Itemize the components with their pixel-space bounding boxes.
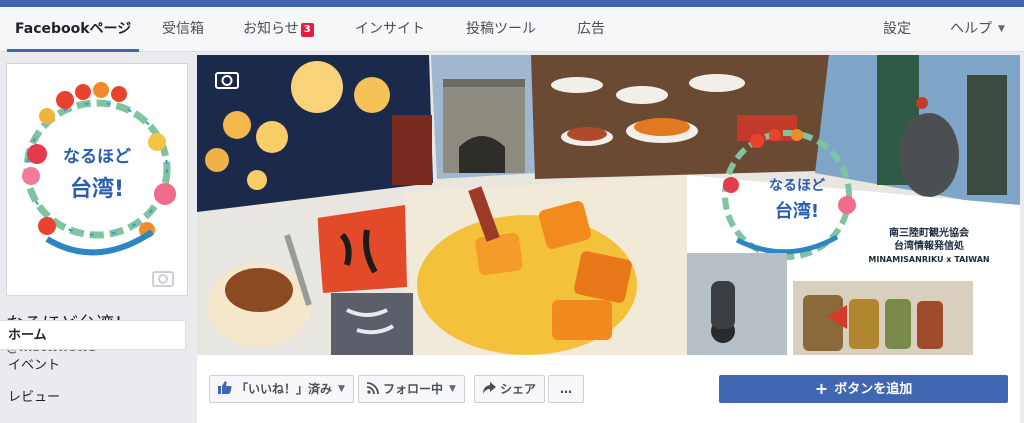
cover-org-line-3: MINAMISANRIKU x TAIWAN	[868, 255, 990, 264]
add-button-label: ボタンを追加	[834, 382, 913, 397]
logo-line-2: 台湾!	[69, 177, 125, 202]
tab-label: Facebookページ	[15, 21, 132, 37]
calligraphy-photo	[317, 205, 413, 355]
fort-gate-photo	[431, 55, 537, 179]
cover-org-caption: 南三陸町観光協会 台湾情報発信処 MINAMISANRIKU x TAIWAN	[859, 227, 999, 266]
liked-button[interactable]: 「いいね！」済み ▼	[209, 375, 354, 403]
scooter-street-photo	[687, 253, 787, 355]
tab-facebook-page[interactable]: Facebookページ	[6, 7, 140, 52]
share-arrow-icon	[483, 377, 496, 403]
tab-label: 投稿ツール	[466, 21, 536, 37]
profile-picture[interactable]: なるほど 台湾!	[6, 63, 188, 296]
cover-logo-line-2: 台湾!	[774, 201, 820, 222]
spice-shop-photo	[531, 55, 829, 179]
tab-insights[interactable]: インサイト	[355, 7, 425, 51]
chevron-down-icon: ▼	[998, 24, 1005, 34]
tab-ads[interactable]: 広告	[577, 7, 605, 51]
following-button-label: フォロー中	[383, 382, 444, 396]
tab-label: インサイト	[355, 21, 425, 37]
tab-inbox[interactable]: 受信箱	[162, 7, 204, 51]
page-tab-bar: Facebookページ 受信箱 お知らせ 3 インサイト 投稿ツール 広告 設定 …	[0, 7, 1024, 52]
logo-line-1: なるほど	[63, 147, 131, 167]
tab-help[interactable]: ヘルプ ▼	[950, 7, 1005, 51]
tab-label: 受信箱	[162, 21, 204, 37]
cover-logo-line-1: なるほど	[769, 178, 825, 194]
tab-notifications[interactable]: お知らせ 3	[243, 7, 314, 51]
sidebar-item-label: ホーム	[8, 328, 47, 343]
liked-button-label: 「いいね！」済み	[236, 382, 333, 396]
share-button[interactable]: シェア	[474, 375, 546, 403]
tab-label: ヘルプ	[950, 21, 992, 37]
sidebar-item-label: イベント	[8, 358, 61, 373]
sidebar-item-home[interactable]: ホーム	[0, 320, 186, 350]
plus-icon: +	[814, 379, 829, 398]
tab-label: お知らせ	[243, 21, 299, 37]
cover-photo[interactable]: なるほど 台湾! 南三陸町観光協会 台湾情報発信処 MINAMISANRIKU …	[197, 55, 1020, 355]
more-options-button[interactable]: …	[548, 375, 584, 403]
tab-publishing-tools[interactable]: 投稿ツール	[466, 7, 536, 51]
sidebar-item-label: レビュー	[8, 390, 61, 405]
notification-count-badge: 3	[300, 23, 314, 37]
rss-feed-icon	[366, 377, 379, 403]
snow-ice-dessert-photo	[197, 205, 325, 355]
tab-label: 広告	[577, 21, 605, 37]
tab-label: 設定	[883, 21, 911, 37]
sidebar-item-events[interactable]: イベント	[0, 351, 186, 381]
jars-shelf-photo	[793, 281, 973, 355]
cover-org-line-1: 南三陸町観光協会	[889, 228, 969, 239]
cover-org-line-2: 台湾情報発信処	[894, 241, 964, 252]
cover-photo-collage	[197, 55, 1020, 355]
top-blue-strip	[0, 0, 1024, 7]
more-options-icon: …	[560, 382, 572, 396]
page-action-bar: 「いいね！」済み ▼ フォロー中 ▼ シェア … + ボタンを追加	[197, 355, 1020, 423]
mango-shaved-ice-photo	[403, 175, 689, 355]
left-column: なるほど 台湾! なるほど台湾！ @mstwnews ホーム イベント レビュー	[0, 52, 196, 423]
chevron-down-icon: ▼	[338, 384, 345, 394]
add-button-button[interactable]: + ボタンを追加	[719, 375, 1008, 403]
cover-logo-text: なるほど 台湾!	[747, 175, 847, 223]
profile-logo-text: なるほど 台湾!	[7, 142, 187, 203]
share-button-label: シェア	[500, 382, 537, 396]
tab-settings[interactable]: 設定	[883, 7, 911, 51]
chevron-down-icon: ▼	[449, 384, 456, 394]
sidebar-item-reviews[interactable]: レビュー	[0, 383, 186, 413]
following-button[interactable]: フォロー中 ▼	[358, 375, 465, 403]
thumbs-up-icon	[218, 377, 232, 403]
